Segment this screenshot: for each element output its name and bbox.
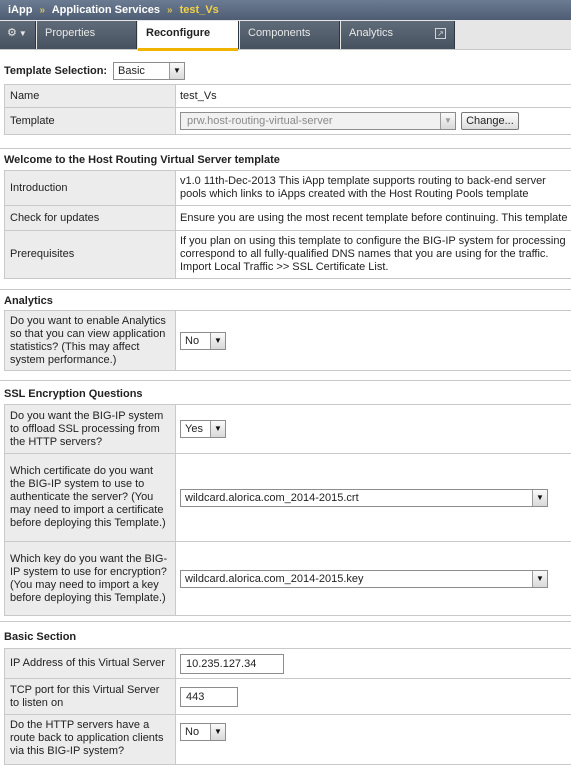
ssl-cert-select[interactable]: wildcard.alorica.com_2014-2015.crt ▼ xyxy=(180,489,548,507)
settings-menu-button[interactable]: ⚙▼ xyxy=(0,21,36,49)
ip-address-label: IP Address of this Virtual Server xyxy=(5,649,176,679)
ssl-key-select[interactable]: wildcard.alorica.com_2014-2015.key ▼ xyxy=(180,570,548,588)
divider xyxy=(0,380,571,381)
check-updates-text: Ensure you are using the most recent tem… xyxy=(180,212,571,225)
ssl-cert-value: wildcard.alorica.com_2014-2015.crt xyxy=(185,492,359,504)
analytics-heading: Analytics xyxy=(0,292,571,310)
dropdown-arrow-icon: ▼ xyxy=(210,724,225,740)
analytics-select-value: No xyxy=(185,335,199,347)
analytics-table: Do you want to enable Analytics so that … xyxy=(4,310,571,371)
welcome-table: Introduction v1.0 11th-Dec-2013 This iAp… xyxy=(4,170,571,279)
tab-components[interactable]: Components xyxy=(240,21,340,49)
prerequisites-text: If you plan on using this template to co… xyxy=(180,235,570,274)
welcome-heading: Welcome to the Host Routing Virtual Serv… xyxy=(0,151,571,169)
tab-reconfigure[interactable]: Reconfigure xyxy=(138,21,239,49)
breadcrumb-item-iapp[interactable]: iApp xyxy=(8,4,32,16)
identity-table: Name test_Vs Template prw.host-routing-v… xyxy=(4,84,571,135)
breadcrumb-item-application-services[interactable]: Application Services xyxy=(52,4,160,16)
gear-icon: ⚙ xyxy=(7,27,17,39)
tab-bar: ⚙▼ Properties Reconfigure Components Ana… xyxy=(0,20,571,50)
ssl-table: Do you want the BIG-IP system to offload… xyxy=(4,404,571,616)
divider xyxy=(0,289,571,290)
template-selection-value: Basic xyxy=(118,65,145,77)
dropdown-arrow-icon: ▼ xyxy=(532,571,547,587)
chevron-down-icon: ▼ xyxy=(19,29,27,38)
introduction-label: Introduction xyxy=(5,171,176,206)
breadcrumb: iApp » Application Services » test_Vs xyxy=(0,0,571,20)
name-label: Name xyxy=(5,85,176,108)
ssl-offload-question: Do you want the BIG-IP system to offload… xyxy=(5,405,176,454)
template-select: prw.host-routing-virtual-server ▼ xyxy=(180,112,456,130)
check-updates-label: Check for updates xyxy=(5,206,176,231)
ssl-offload-value: Yes xyxy=(185,423,203,435)
introduction-text: v1.0 11th-Dec-2013 This iApp template su… xyxy=(180,175,571,201)
ssl-key-value: wildcard.alorica.com_2014-2015.key xyxy=(185,573,364,585)
ssl-key-question: Which key do you want the BIG-IP system … xyxy=(5,542,176,616)
breadcrumb-item-current: test_Vs xyxy=(180,4,219,16)
prerequisites-label: Prerequisites xyxy=(5,231,176,279)
change-template-button[interactable]: Change... xyxy=(461,112,519,130)
ssl-cert-question: Which certificate do you want the BIG-IP… xyxy=(5,454,176,542)
route-back-select[interactable]: No ▼ xyxy=(180,723,226,741)
ssl-heading: SSL Encryption Questions xyxy=(0,385,571,403)
template-label: Template xyxy=(5,108,176,135)
route-back-question: Do the HTTP servers have a route back to… xyxy=(5,715,176,765)
tab-analytics-label: Analytics xyxy=(349,27,393,39)
breadcrumb-separator: » xyxy=(167,5,173,16)
divider xyxy=(0,621,571,622)
dropdown-arrow-icon: ▼ xyxy=(210,421,225,437)
analytics-question: Do you want to enable Analytics so that … xyxy=(5,311,176,371)
dropdown-arrow-icon: ▼ xyxy=(532,490,547,506)
ip-address-input[interactable]: 10.235.127.34 xyxy=(180,654,284,674)
template-selection-select[interactable]: Basic ▼ xyxy=(113,62,185,80)
divider xyxy=(0,148,571,149)
tcp-port-input[interactable]: 443 xyxy=(180,687,238,707)
ssl-offload-select[interactable]: Yes ▼ xyxy=(180,420,226,438)
template-select-value: prw.host-routing-virtual-server xyxy=(185,115,333,127)
dropdown-arrow-icon: ▼ xyxy=(210,333,225,349)
breadcrumb-separator: » xyxy=(40,5,46,16)
name-value: test_Vs xyxy=(176,85,571,108)
tab-properties[interactable]: Properties xyxy=(37,21,137,49)
template-selection-label: Template Selection: xyxy=(4,65,107,77)
external-link-icon[interactable]: ↗ xyxy=(435,28,446,39)
route-back-value: No xyxy=(185,726,199,738)
analytics-select[interactable]: No ▼ xyxy=(180,332,226,350)
basic-table: IP Address of this Virtual Server 10.235… xyxy=(4,648,571,765)
dropdown-arrow-icon: ▼ xyxy=(169,63,184,79)
dropdown-arrow-icon: ▼ xyxy=(440,113,455,129)
tab-analytics[interactable]: Analytics ↗ xyxy=(341,21,455,49)
basic-heading: Basic Section xyxy=(0,628,571,646)
tcp-port-label: TCP port for this Virtual Server to list… xyxy=(5,679,176,715)
